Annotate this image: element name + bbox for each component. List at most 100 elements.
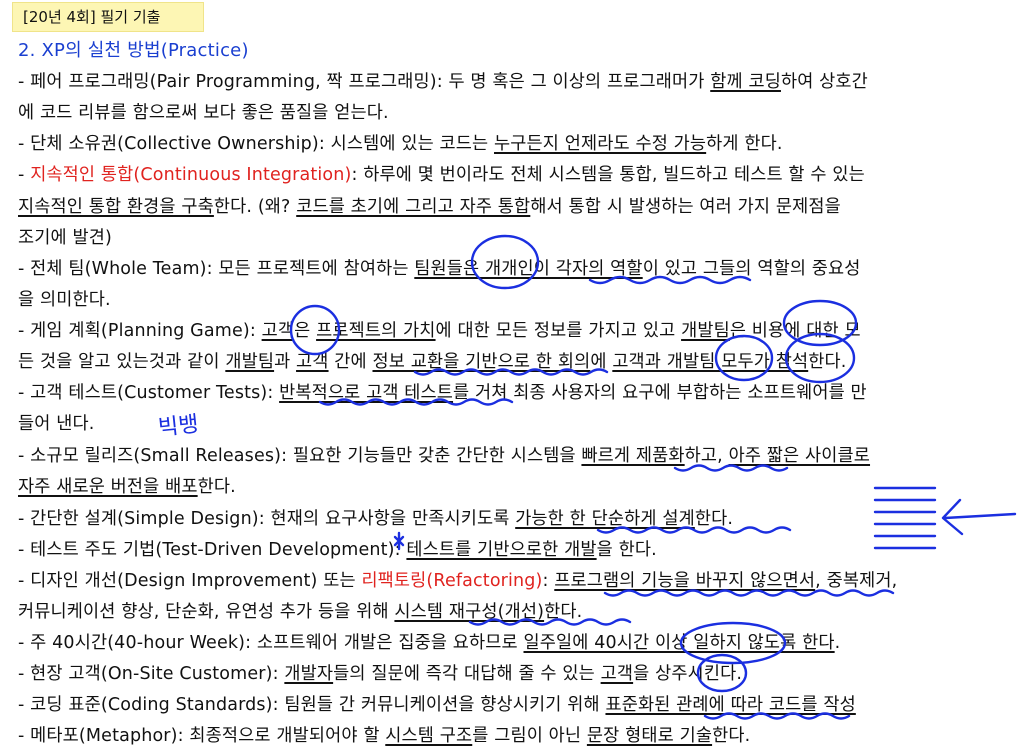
red-term: 리팩토링(Refactoring) bbox=[361, 571, 543, 591]
underlined-text: 개발자 bbox=[284, 664, 334, 684]
text: : bbox=[542, 571, 555, 591]
text: - 디자인 개선(Design Improvement) 또는 bbox=[18, 571, 362, 591]
line-pair-programming: - 페어 프로그래밍(Pair Programming, 짝 프로그래밍): 두… bbox=[18, 68, 868, 93]
underlined-text: 아주 짧은 사이클로 bbox=[728, 446, 871, 466]
line-customer-tests: - 고객 테스트(Customer Tests): 반복적으로 고객 테스트를 … bbox=[18, 379, 867, 404]
underlined-text: 팀원들은 개개인이 각자의 역할 bbox=[414, 259, 643, 279]
underlined-text: 고객과 개발팀 모두가 참석 bbox=[612, 352, 809, 372]
arrow-icon bbox=[941, 498, 1017, 536]
text: - 소규모 릴리즈(Small Releases): 필요한 기능들만 갖춘 간… bbox=[18, 446, 582, 466]
text: 든 것을 알고 있는것과 같이 bbox=[18, 352, 226, 372]
underlined-text: 함께 코딩 bbox=[710, 72, 781, 92]
text: : 하루에 몇 번이라도 전체 시스템을 통합, 빌드하고 테스트 할 수 있는 bbox=[351, 165, 865, 185]
text: , 중복제거, bbox=[815, 571, 898, 591]
text: 한다. bbox=[544, 602, 583, 622]
underlined-text: 개발팀 bbox=[681, 321, 730, 341]
text: 을 한다. bbox=[596, 540, 657, 560]
text: - 전체 팀(Whole Team): 모든 프로젝트에 참여하는 bbox=[18, 259, 415, 279]
underlined-text: 개발팀 bbox=[225, 352, 275, 372]
line-metaphor: - 메타포(Metaphor): 최종적으로 개발되어야 할 시스템 구조를 그… bbox=[18, 722, 750, 747]
line-coding-standards: - 코딩 표준(Coding Standards): 팀원들 간 커뮤니케이션을… bbox=[18, 691, 856, 716]
underlined-text: 표준화된 관례에 따라 코드를 작성 bbox=[605, 695, 856, 715]
text: - 게임 계획(Planning Game): bbox=[18, 321, 262, 341]
text: 하여 상호간 bbox=[780, 72, 868, 92]
underlined-text: 일주일에 40시간 이상 일하지 않도록 한다 bbox=[523, 633, 835, 653]
text: 한다. bbox=[197, 477, 236, 497]
text: . bbox=[834, 633, 841, 653]
exam-tag: [20년 4회] 필기 기출 bbox=[12, 2, 204, 32]
text: 한다. (왜? bbox=[213, 197, 297, 217]
line-small-releases-cont: 자주 새로운 버전을 배포한다. bbox=[18, 473, 236, 498]
text: 에 코드 리뷰를 함으로써 보다 좋은 품질을 얻는다. bbox=[18, 103, 389, 123]
underlined-text: 고객 bbox=[600, 664, 634, 684]
line-tdd: - 테스트 주도 기법(Test-Driven Development): 테스… bbox=[18, 536, 657, 561]
text: 을 상주시킨다. bbox=[633, 664, 743, 684]
text: 를 거쳐 최종 사용자의 요구에 부합하는 소프트웨어를 만 bbox=[453, 383, 867, 403]
text: - 현장 고객(On-Site Customer): bbox=[18, 664, 285, 684]
section-heading: 2. XP의 실천 방법(Practice) bbox=[18, 40, 249, 61]
line-refactoring-cont: 커뮤니케이션 향상, 단순화, 유연성 추가 등을 위해 시스템 재구성(개선)… bbox=[18, 598, 582, 623]
text: 하게 한다. bbox=[706, 134, 783, 154]
text: - 테스트 주도 기법(Test-Driven Development): bbox=[18, 540, 407, 560]
text: - 메타포(Metaphor): 최종적으로 개발되어야 할 bbox=[18, 726, 386, 746]
line-collective-ownership: - 단체 소유권(Collective Ownership): 시스템에 있는 … bbox=[18, 130, 783, 155]
text: 은 비용에 대한 모 bbox=[729, 321, 861, 341]
line-40-hour-week: - 주 40시간(40-hour Week): 소프트웨어 개발은 집중을 요하… bbox=[18, 629, 840, 654]
underlined-text: 반복적으로 고객 테스트 bbox=[279, 383, 454, 403]
underlined-text: 고객 bbox=[261, 321, 295, 341]
line-whole-team-cont: 을 의미한다. bbox=[18, 286, 111, 311]
underlined-text: 프로그램의 기능을 바꾸지 않으면서 bbox=[554, 571, 816, 591]
text: - 단체 소유권(Collective Ownership): 시스템에 있는 … bbox=[18, 134, 495, 154]
text: 하고, bbox=[684, 446, 729, 466]
text: 간에 bbox=[328, 352, 373, 372]
text: - 코딩 표준(Coding Standards): 팀원들 간 커뮤니케이션을… bbox=[18, 695, 606, 715]
underlined-text: 코드를 초기에 그리고 자주 통합 bbox=[296, 197, 531, 217]
line-simple-design: - 간단한 설계(Simple Design): 현재의 요구사항을 만족시키도… bbox=[18, 505, 733, 530]
text: 에 대한 모든 정보를 가지고 있고 bbox=[435, 321, 682, 341]
underlined-text: 시스템 구조 bbox=[385, 726, 473, 746]
text: 한다. bbox=[712, 726, 751, 746]
text: - 주 40시간(40-hour Week): 소프트웨어 개발은 집중을 요하… bbox=[18, 633, 524, 653]
line-continuous-integration: - 지속적인 통합(Continuous Integration): 하루에 몇… bbox=[18, 161, 865, 186]
text: 들의 질문에 즉각 대답해 줄 수 있는 bbox=[333, 664, 601, 684]
underlined-text: 지속적인 통합 환경을 구축 bbox=[18, 197, 214, 217]
text: 해서 통합 시 발생하는 여러 가지 문제점을 bbox=[530, 197, 841, 217]
text: - 간단한 설계(Simple Design): 현재의 요구사항을 만족시키도… bbox=[18, 509, 516, 529]
text: 과 bbox=[274, 352, 297, 372]
underlined-text: 누구든지 언제라도 수정 가능 bbox=[494, 134, 707, 154]
text: 한다. bbox=[808, 352, 847, 372]
line-whole-team: - 전체 팀(Whole Team): 모든 프로젝트에 참여하는 팀원들은 개… bbox=[18, 255, 861, 280]
red-term: 지속적인 통합(Continuous Integration) bbox=[30, 165, 352, 185]
study-note-page: [20년 4회] 필기 기출 2. XP의 실천 방법(Practice) - … bbox=[0, 0, 1032, 752]
text: 한다. bbox=[694, 509, 734, 529]
line-small-releases: - 소규모 릴리즈(Small Releases): 필요한 기능들만 갖춘 간… bbox=[18, 442, 870, 467]
line-ci-cont2: 조기에 발견) bbox=[18, 224, 112, 249]
underlined-text: 시스템 재구성(개선) bbox=[394, 602, 545, 622]
line-planning-game: - 게임 계획(Planning Game): 고객은 프로젝트의 가치에 대한… bbox=[18, 317, 861, 342]
underlined-text: 고객 bbox=[296, 352, 329, 372]
underlined-text: 가능한 한 단순하게 설계 bbox=[515, 509, 695, 529]
line-planning-game-cont: 든 것을 알고 있는것과 같이 개발팀과 고객 간에 정보 교환을 기반으로 한… bbox=[18, 348, 846, 373]
underlined-text: 프로젝트의 가치 bbox=[316, 321, 436, 341]
line-ci-cont: 지속적인 통합 환경을 구축한다. (왜? 코드를 초기에 그리고 자주 통합해… bbox=[18, 193, 841, 218]
text: 은 bbox=[294, 321, 317, 341]
lines-icon bbox=[873, 486, 937, 550]
underlined-text: 문장 형태로 기술 bbox=[586, 726, 713, 746]
underlined-text: 자주 새로운 버전을 배포 bbox=[18, 477, 198, 497]
text: 조기에 발견) bbox=[18, 228, 112, 248]
underlined-text: 빠르게 제품화 bbox=[581, 446, 685, 466]
text: 을 의미한다. bbox=[18, 290, 111, 310]
text: 에 bbox=[590, 352, 613, 372]
line-pair-programming-cont: 에 코드 리뷰를 함으로써 보다 좋은 품질을 얻는다. bbox=[18, 99, 389, 124]
line-on-site-customer: - 현장 고객(On-Site Customer): 개발자들의 질문에 즉각 … bbox=[18, 660, 742, 685]
text: - 고객 테스트(Customer Tests): bbox=[18, 383, 280, 403]
text: - bbox=[18, 165, 31, 185]
text: 들어 낸다. bbox=[18, 414, 95, 434]
line-refactoring: - 디자인 개선(Design Improvement) 또는 리팩토링(Ref… bbox=[18, 567, 897, 592]
handwritten-note: 빅뱅 bbox=[157, 411, 200, 442]
line-customer-tests-cont: 들어 낸다. bbox=[18, 410, 94, 435]
text: 를 그림이 아닌 bbox=[472, 726, 587, 746]
underlined-text: 정보 교환을 기반으로 한 회의 bbox=[372, 352, 591, 372]
underlined-text: 테스트를 기반으로한 개발 bbox=[406, 540, 597, 560]
text: 커뮤니케이션 향상, 단순화, 유연성 추가 등을 위해 bbox=[18, 602, 395, 622]
